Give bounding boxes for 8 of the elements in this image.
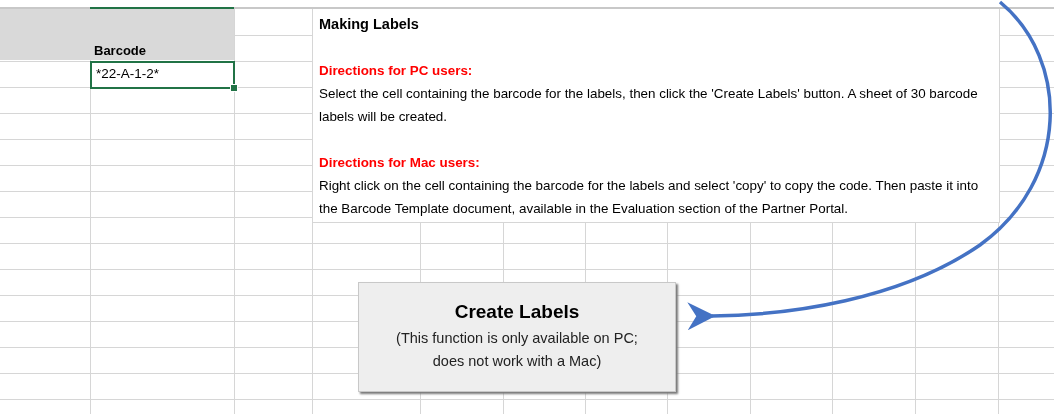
note-title: Making Labels: [319, 15, 420, 34]
section-text: Select the cell containing the barcode for the labels, then click the 'Create Labels' button. A sheet of 30 barcode labels will be created.: [319, 85, 979, 126]
section-heading: Directions for PC users:: [319, 62, 474, 80]
section-heading: Directions for Mac users:: [319, 154, 481, 172]
section-text: Right click on the cell containing the barcode for the labels and select 'copy' to copy the code. Then paste it into the Barcode Template document, available in the Evaluation section of the Partner Portal.: [319, 177, 980, 218]
column-header-text: Barcode: [94, 43, 147, 60]
create-labels-button[interactable]: Create Labels (This function is only available on PC; does not work with a Mac): [358, 282, 676, 392]
barcode-cell[interactable]: *22-A-1-2*: [90, 61, 235, 89]
